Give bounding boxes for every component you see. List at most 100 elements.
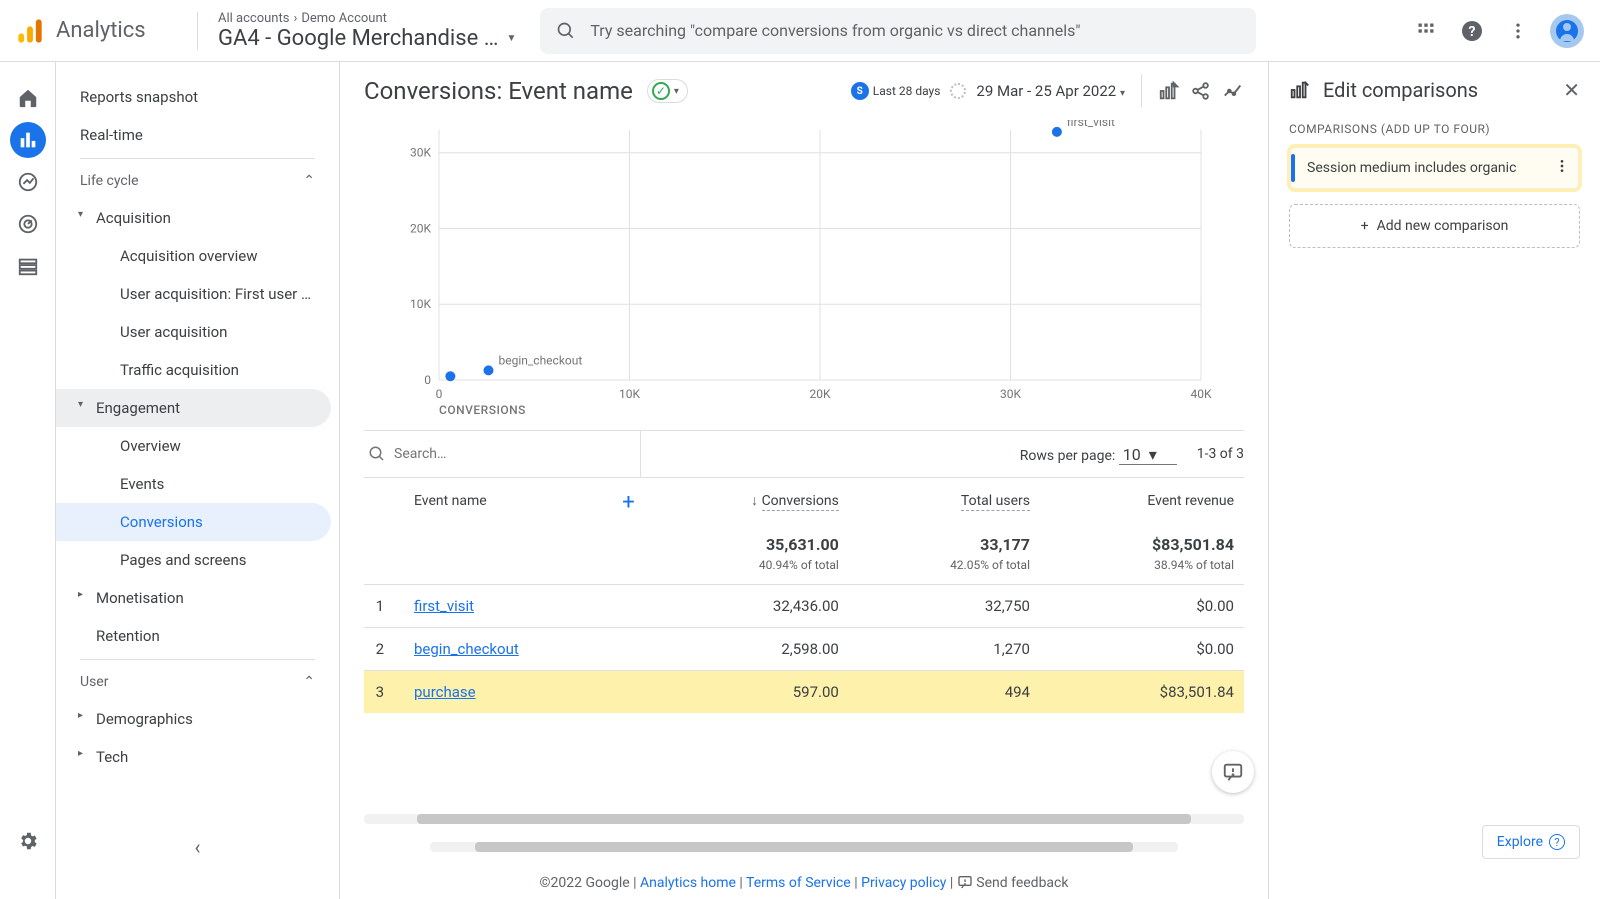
- svg-text:10K: 10K: [619, 387, 640, 401]
- more-vert-icon[interactable]: [1504, 17, 1532, 45]
- report-header: Conversions: Event name ✓ ▾ S Last 28 da…: [340, 62, 1268, 120]
- share-icon[interactable]: [1190, 80, 1212, 102]
- rail-home[interactable]: [10, 80, 46, 116]
- add-dimension-button[interactable]: +: [622, 490, 634, 515]
- nav-eng-conversions[interactable]: Conversions: [56, 503, 331, 541]
- feedback-bubble-button[interactable]: [1212, 751, 1254, 793]
- col-event-name[interactable]: Event name: [414, 493, 487, 509]
- totals-row: 35,631.0040.94% of total 33,17742.05% of…: [364, 523, 1244, 585]
- reports-nav: Reports snapshot Real-time Life cycle⌃ A…: [56, 62, 340, 899]
- event-link[interactable]: begin_checkout: [414, 640, 519, 658]
- report-main: Conversions: Event name ✓ ▾ S Last 28 da…: [340, 62, 1268, 899]
- nav-acquisition[interactable]: Acquisition: [56, 199, 331, 237]
- chevron-right-icon: ›: [293, 11, 297, 26]
- table-search[interactable]: [364, 445, 634, 463]
- rows-per-page-label: Rows per page:: [1020, 448, 1115, 464]
- caret-down-icon: ▾: [674, 86, 679, 97]
- col-conversions[interactable]: ↓ Conversions: [643, 478, 849, 523]
- spinner-icon: [950, 83, 966, 99]
- svg-text:30K: 30K: [410, 146, 431, 160]
- comparison-badge[interactable]: S Last 28 days: [851, 82, 941, 100]
- edit-comparisons-panel: Edit comparisons ✕ COMPARISONS (ADD UP T…: [1268, 62, 1600, 899]
- search-icon: [556, 21, 576, 41]
- comparisons-label: COMPARISONS (ADD UP TO FOUR): [1289, 122, 1580, 136]
- nav-eng-pages[interactable]: Pages and screens: [56, 541, 331, 579]
- svg-text:?: ?: [1469, 24, 1476, 40]
- property-name: GA4 - Google Merchandise …: [218, 26, 498, 51]
- nav-realtime[interactable]: Real-time: [56, 116, 331, 154]
- brand-logo[interactable]: Analytics: [16, 17, 181, 45]
- table-search-input[interactable]: [394, 446, 634, 462]
- status-dropdown[interactable]: ✓ ▾: [647, 79, 688, 103]
- account-avatar[interactable]: [1550, 14, 1584, 48]
- horizontal-scrollbar-inner[interactable]: [430, 842, 1178, 852]
- svg-text:10K: 10K: [410, 297, 431, 311]
- insights-icon[interactable]: [1222, 80, 1244, 102]
- app-header: Analytics All accounts › Demo Account GA…: [0, 0, 1600, 62]
- nav-lifecycle-section[interactable]: Life cycle⌃: [56, 163, 339, 199]
- comparison-more-icon[interactable]: [1554, 158, 1570, 174]
- rail-reports[interactable]: [10, 122, 46, 158]
- breadcrumb-accounts: All accounts: [218, 11, 289, 26]
- footer-feedback[interactable]: Send feedback: [957, 875, 1069, 891]
- col-total-users[interactable]: Total users: [849, 478, 1040, 523]
- event-link[interactable]: purchase: [414, 683, 476, 701]
- table-row[interactable]: 3purchase597.00494$83,501.84: [364, 671, 1244, 714]
- nav-tech[interactable]: Tech: [56, 738, 331, 776]
- comparison-card[interactable]: Session medium includes organic: [1289, 146, 1580, 190]
- apps-icon[interactable]: [1412, 17, 1440, 45]
- svg-text:0: 0: [436, 387, 443, 401]
- check-circle-icon: ✓: [652, 82, 670, 100]
- close-panel-button[interactable]: ✕: [1563, 78, 1580, 102]
- rail-configure[interactable]: [10, 248, 46, 284]
- nav-acq-user[interactable]: User acquisition: [56, 313, 331, 351]
- edit-report-icon: [1289, 79, 1311, 101]
- date-range-picker[interactable]: 29 Mar - 25 Apr 2022 ▾: [976, 82, 1125, 100]
- explore-button[interactable]: Explore ?: [1482, 825, 1580, 859]
- footer-analytics-home[interactable]: Analytics home: [640, 875, 736, 891]
- svg-text:20K: 20K: [410, 221, 431, 235]
- nav-eng-overview[interactable]: Overview: [56, 427, 331, 465]
- plus-icon: +: [1361, 218, 1369, 234]
- search-box[interactable]: Try searching "compare conversions from …: [540, 8, 1256, 54]
- report-title: Conversions: Event name: [364, 77, 633, 105]
- customize-report-icon[interactable]: [1158, 80, 1180, 102]
- nav-user-section[interactable]: User⌃: [56, 664, 339, 700]
- rail-advertising[interactable]: [10, 206, 46, 242]
- footer-privacy[interactable]: Privacy policy: [861, 875, 946, 891]
- nav-acq-overview[interactable]: Acquisition overview: [56, 237, 331, 275]
- nav-monetisation[interactable]: Monetisation: [56, 579, 331, 617]
- property-picker[interactable]: All accounts › Demo Account GA4 - Google…: [218, 11, 516, 51]
- nav-acq-traffic[interactable]: Traffic acquisition: [56, 351, 331, 389]
- scatter-chart: 010K20K30K010K20K30K40KCONVERSIONSbegin_…: [340, 120, 1268, 430]
- nav-reports-snapshot[interactable]: Reports snapshot: [56, 78, 331, 116]
- help-icon[interactable]: ?: [1458, 17, 1486, 45]
- data-table: Event name + ↓ Conversions Total users Ev…: [364, 478, 1244, 713]
- rail-explore[interactable]: [10, 164, 46, 200]
- brand-name: Analytics: [56, 18, 146, 43]
- add-comparison-button[interactable]: + Add new comparison: [1289, 204, 1580, 248]
- chevron-up-icon: ⌃: [303, 674, 315, 690]
- help-outline-icon: ?: [1549, 834, 1565, 850]
- table-row[interactable]: 1first_visit32,436.0032,750$0.00: [364, 585, 1244, 628]
- analytics-logo-icon: [16, 17, 44, 45]
- last28-label: Last 28 days: [873, 84, 941, 98]
- collapse-panel-button[interactable]: ‹: [56, 835, 339, 859]
- svg-text:20K: 20K: [809, 387, 830, 401]
- horizontal-scrollbar[interactable]: [364, 814, 1244, 824]
- comparison-text: Session medium includes organic: [1307, 160, 1516, 176]
- rail-admin[interactable]: [10, 823, 46, 859]
- rows-per-page-select[interactable]: 10 ▾: [1119, 445, 1177, 465]
- event-link[interactable]: first_visit: [414, 597, 474, 615]
- nav-acq-firstuser[interactable]: User acquisition: First user …: [56, 275, 331, 313]
- comparison-dot-icon: S: [851, 82, 869, 100]
- nav-eng-events[interactable]: Events: [56, 465, 331, 503]
- nav-retention[interactable]: Retention: [56, 617, 331, 655]
- table-row[interactable]: 2begin_checkout2,598.001,270$0.00: [364, 628, 1244, 671]
- nav-engagement[interactable]: Engagement: [56, 389, 331, 427]
- footer-tos[interactable]: Terms of Service: [746, 875, 851, 891]
- col-event-revenue[interactable]: Event revenue: [1040, 478, 1244, 523]
- nav-demographics[interactable]: Demographics: [56, 700, 331, 738]
- breadcrumb-account-name: Demo Account: [301, 11, 387, 26]
- svg-text:0: 0: [424, 373, 431, 387]
